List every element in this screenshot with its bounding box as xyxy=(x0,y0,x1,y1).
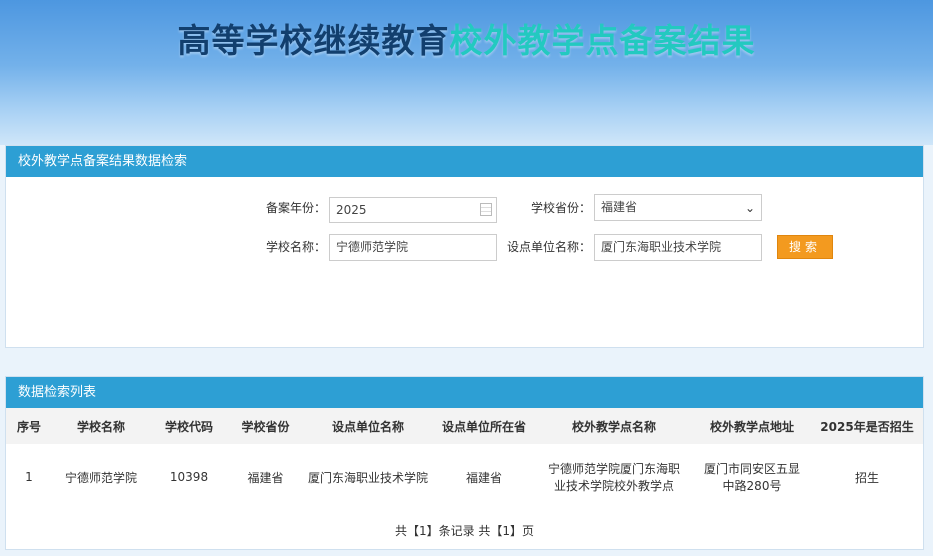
col-header-school-code: 学校代码 xyxy=(150,408,228,444)
result-table: 序号 学校名称 学校代码 学校省份 设点单位名称 设点单位所在省 校外教学点名称… xyxy=(6,408,923,510)
cell-site-name: 宁德师范学院厦门东海职业技术学院校外教学点 xyxy=(547,462,680,493)
search-panel-header: 校外教学点备案结果数据检索 xyxy=(6,146,923,177)
unit-label: 设点单位名称： xyxy=(506,240,591,254)
cell-school-name: 宁德师范学院 xyxy=(64,470,137,485)
list-panel: 数据检索列表 序号 学校名称 学校代码 学校省份 设点单位名称 设点单位所在省 … xyxy=(5,376,924,550)
school-input-value: 宁德师范学院 xyxy=(336,240,409,254)
cell-unit-province: 福建省 xyxy=(465,470,502,485)
page-title-part1: 高等学校继续教育 xyxy=(177,21,450,60)
col-header-school-name: 学校名称 xyxy=(52,408,150,444)
year-label: 备案年份： xyxy=(265,201,326,215)
province-select-value: 福建省 xyxy=(601,200,638,214)
unit-input[interactable]: 厦门东海职业技术学院 xyxy=(594,234,762,261)
page-title: 高等学校继续教育校外教学点备案结果 xyxy=(0,14,933,62)
year-input-value: 2025 xyxy=(336,203,367,217)
hero-banner: 高等学校继续教育校外教学点备案结果 xyxy=(0,0,933,145)
chevron-down-icon: ⌄ xyxy=(744,201,755,215)
school-input[interactable]: 宁德师范学院 xyxy=(329,234,497,261)
cell-school-province: 福建省 xyxy=(247,470,284,485)
province-label: 学校省份： xyxy=(530,201,591,215)
col-header-site-name: 校外教学点名称 xyxy=(535,408,693,444)
cell-index: 1 xyxy=(25,470,33,484)
col-header-enrollment: 2025年是否招生 xyxy=(811,408,923,444)
page-title-part2: 校外教学点备案结果 xyxy=(449,21,756,60)
search-button[interactable]: 搜索 xyxy=(777,235,833,259)
cell-site-address: 厦门市同安区五显中路280号 xyxy=(703,462,800,493)
col-header-index: 序号 xyxy=(6,408,52,444)
table-row: 1 宁德师范学院 10398 福建省 厦门东海职业技术学院 福建省 宁德师范学院… xyxy=(6,444,923,510)
cell-enrollment: 招生 xyxy=(854,470,879,485)
year-input[interactable]: 2025 xyxy=(329,197,497,223)
list-panel-header: 数据检索列表 xyxy=(6,377,923,408)
school-label: 学校名称： xyxy=(265,240,326,254)
province-select[interactable]: 福建省 ⌄ xyxy=(594,194,762,221)
col-header-school-province: 学校省份 xyxy=(228,408,303,444)
calendar-icon[interactable] xyxy=(480,203,492,216)
col-header-unit-name: 设点单位名称 xyxy=(303,408,433,444)
cell-school-code: 10398 xyxy=(169,470,209,484)
cell-unit-name: 厦门东海职业技术学院 xyxy=(307,470,428,485)
table-header-row: 序号 学校名称 学校代码 学校省份 设点单位名称 设点单位所在省 校外教学点名称… xyxy=(6,408,923,444)
col-header-site-address: 校外教学点地址 xyxy=(693,408,811,444)
pagination-info: 共【1】条记录 共【1】页 xyxy=(394,524,535,538)
col-header-unit-province: 设点单位所在省 xyxy=(433,408,535,444)
unit-input-value: 厦门东海职业技术学院 xyxy=(601,240,722,254)
